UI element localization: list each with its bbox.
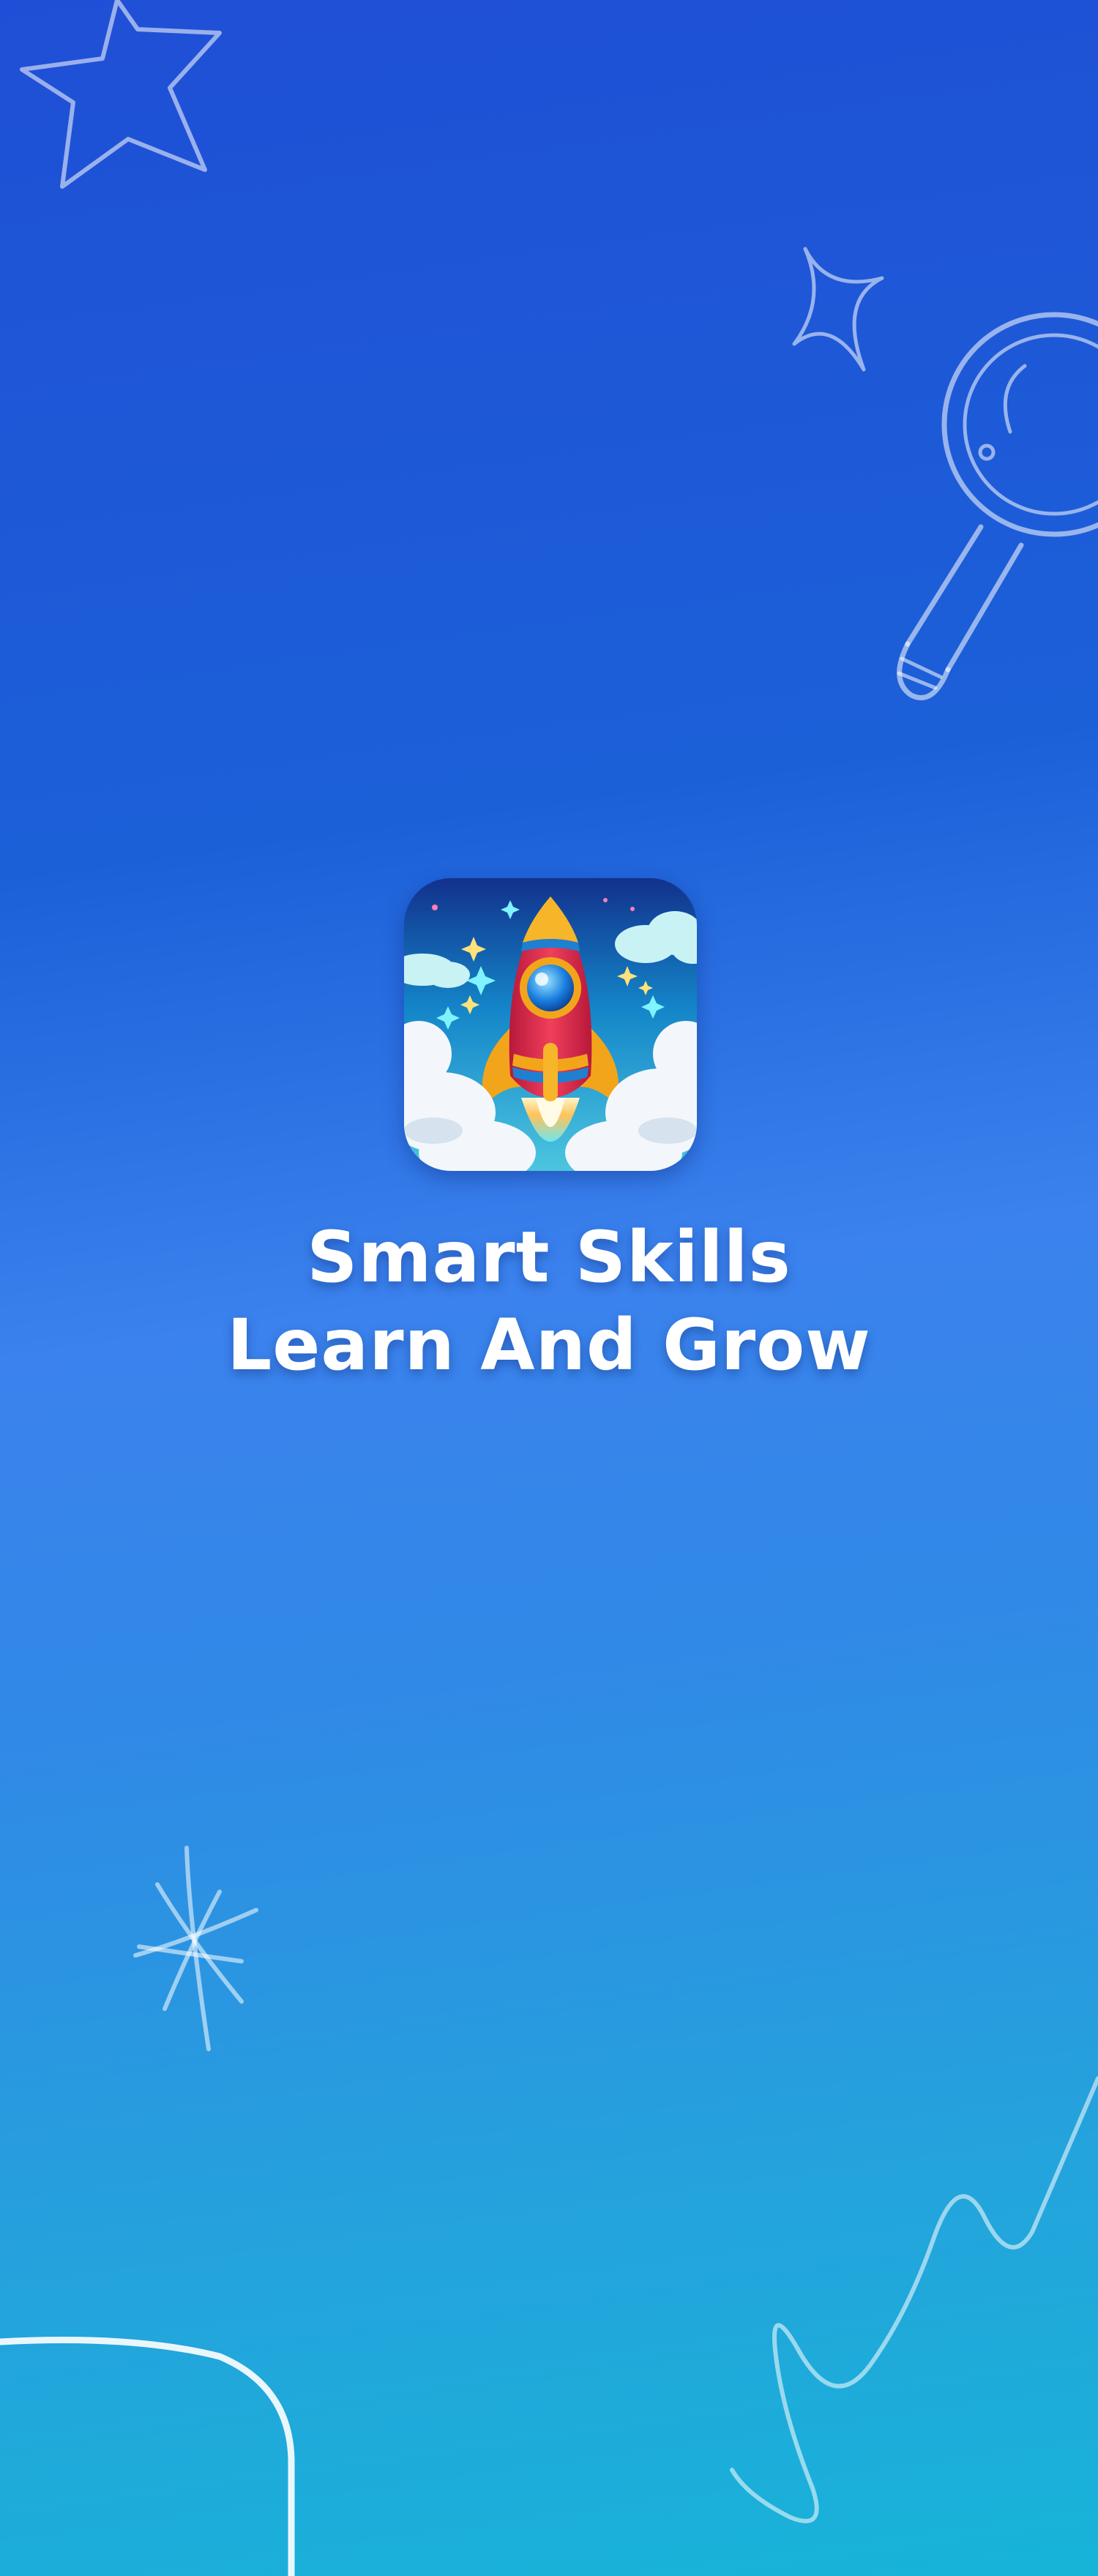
star-outline-icon bbox=[20, 0, 222, 189]
app-title-line-2: Learn And Grow bbox=[227, 1304, 871, 1386]
splash-screen: Smart Skills Learn And Grow bbox=[0, 0, 1098, 2576]
curve-line-icon bbox=[0, 2337, 295, 2576]
wave-squiggle-icon bbox=[730, 2076, 1098, 2523]
asterisk-sparkle-icon bbox=[133, 1846, 258, 2051]
sparkle-icon bbox=[792, 247, 884, 372]
magnifying-glass-icon bbox=[897, 312, 1098, 700]
app-icon bbox=[404, 878, 697, 1171]
rocket-icon bbox=[404, 878, 697, 1171]
app-title-line-1: Smart Skills bbox=[307, 1216, 791, 1298]
